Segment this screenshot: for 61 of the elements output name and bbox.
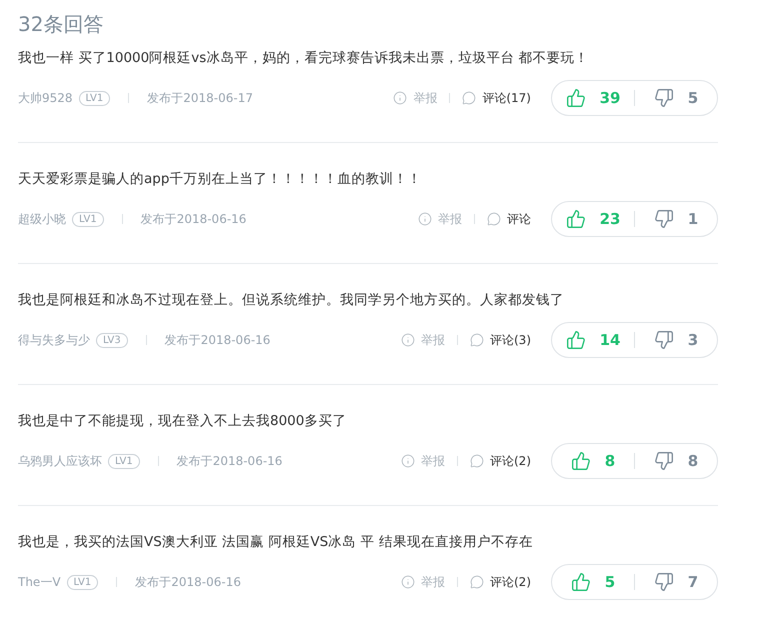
upvote-button[interactable]: 14 bbox=[552, 329, 634, 351]
thumbs-down-icon bbox=[654, 451, 674, 471]
comment-link[interactable]: 评论(3) bbox=[470, 332, 531, 348]
comment-icon bbox=[470, 454, 484, 468]
upvote-button[interactable]: 8 bbox=[552, 450, 634, 472]
report-link[interactable]: 举报 bbox=[418, 210, 462, 228]
level-badge: LV1 bbox=[66, 574, 98, 590]
username[interactable]: 得与失多与少 bbox=[18, 332, 90, 348]
report-link[interactable]: 举报 bbox=[401, 332, 445, 348]
thumbs-down-icon bbox=[654, 88, 674, 108]
comment-icon bbox=[462, 91, 476, 105]
level-badge: LV1 bbox=[72, 212, 104, 226]
upvote-button[interactable]: 5 bbox=[552, 571, 634, 593]
thumbs-up-icon bbox=[566, 209, 586, 229]
comment-icon bbox=[470, 333, 484, 347]
post-date: 发布于2018-06-16 bbox=[140, 210, 246, 228]
username[interactable]: 超级小晓 bbox=[18, 210, 66, 228]
comment-link[interactable]: 评论 bbox=[487, 210, 531, 228]
level-badge: LV3 bbox=[96, 332, 128, 348]
thumbs-up-icon bbox=[566, 330, 586, 350]
info-icon bbox=[401, 575, 415, 589]
downvote-button[interactable]: 1 bbox=[635, 208, 717, 230]
info-icon bbox=[401, 333, 415, 347]
downvote-button[interactable]: 8 bbox=[635, 450, 717, 472]
level-badge: LV1 bbox=[108, 454, 140, 468]
post-date: 发布于2018-06-16 bbox=[176, 452, 282, 470]
comment-icon bbox=[470, 575, 484, 589]
info-icon bbox=[393, 91, 408, 105]
report-link[interactable]: 举报 bbox=[401, 452, 445, 470]
answers-heading: 32条回答 bbox=[18, 11, 104, 38]
downvote-button[interactable]: 3 bbox=[635, 329, 717, 351]
thumbs-down-icon bbox=[654, 572, 674, 592]
thumbs-down-icon bbox=[654, 209, 674, 229]
comment-link[interactable]: 评论(17) bbox=[462, 90, 531, 106]
upvote-button[interactable]: 39 bbox=[552, 87, 634, 109]
info-icon bbox=[418, 212, 432, 226]
report-link[interactable]: 举报 bbox=[401, 574, 445, 590]
answer-text: 我也是阿根廷和冰岛不过现在登上。但说系统维护。我同学另个地方买的。人家都发钱了 bbox=[18, 291, 565, 310]
thumbs-down-icon bbox=[654, 330, 674, 350]
comment-link[interactable]: 评论(2) bbox=[470, 574, 531, 590]
thumbs-up-icon bbox=[570, 451, 591, 471]
post-date: 发布于2018-06-17 bbox=[147, 90, 253, 106]
post-date: 发布于2018-06-16 bbox=[164, 332, 270, 348]
upvote-button[interactable]: 23 bbox=[552, 208, 634, 230]
downvote-button[interactable]: 7 bbox=[635, 571, 717, 593]
thumbs-up-icon bbox=[566, 88, 586, 108]
post-date: 发布于2018-06-16 bbox=[135, 574, 241, 590]
report-link[interactable]: 举报 bbox=[393, 90, 438, 106]
downvote-button[interactable]: 5 bbox=[635, 87, 717, 109]
username[interactable]: 乌鸦男人应该坏 bbox=[18, 452, 102, 470]
comment-link[interactable]: 评论(2) bbox=[470, 452, 531, 470]
info-icon bbox=[401, 454, 415, 468]
answer-text: 我也是中了不能提现，现在登入不上去我8000多买了 bbox=[18, 412, 348, 431]
answer-text: 天天爱彩票是骗人的app千万别在上当了！！！！！血的教训！！ bbox=[18, 170, 422, 189]
username[interactable]: The一V bbox=[18, 574, 61, 590]
thumbs-up-icon bbox=[570, 572, 591, 592]
answer-text: 我也一样 买了10000阿根廷vs冰岛平，妈的，看完球赛告诉我未出票，垃圾平台 都不要玩！ bbox=[18, 49, 590, 68]
answer-text: 我也是，我买的法国VS澳大利亚 法国赢 阿根廷VS冰岛 平 结果现在直接用户不存在 bbox=[18, 533, 534, 552]
username[interactable]: 大帅9528 bbox=[18, 90, 73, 106]
comment-icon bbox=[487, 212, 501, 226]
level-badge: LV1 bbox=[78, 90, 110, 106]
